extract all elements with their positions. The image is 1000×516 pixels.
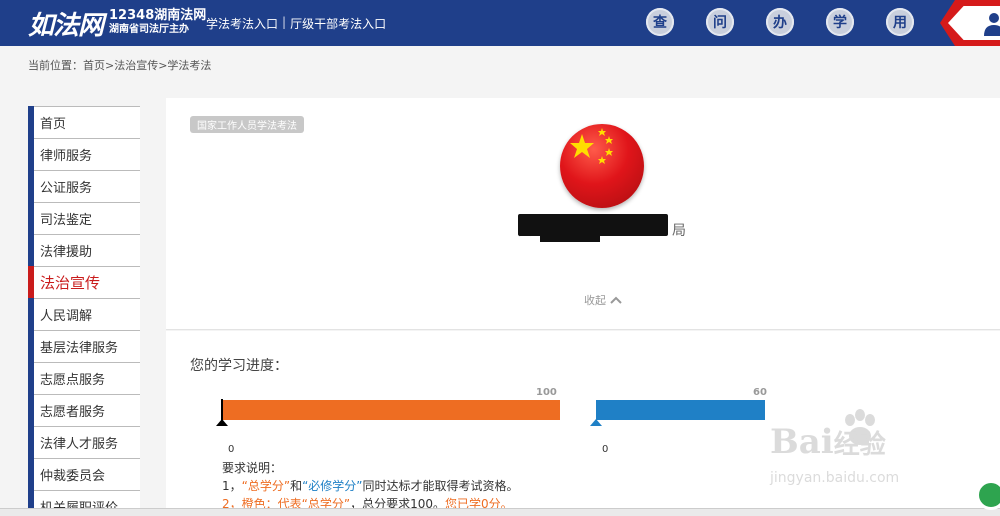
total-credit-max: 100 xyxy=(536,387,557,398)
nav-query-button[interactable]: 查 xyxy=(646,8,674,36)
nav-use-button[interactable]: 用 xyxy=(886,8,914,36)
sidebar-item-forensic[interactable]: 司法鉴定 xyxy=(34,202,140,234)
star-icon xyxy=(570,128,613,164)
req1-prefix: 1， xyxy=(222,479,242,493)
requirements-heading: 要求说明： xyxy=(222,461,283,475)
total-credit-marker xyxy=(216,419,228,426)
sidebar-item-volunteer[interactable]: 志愿者服务 xyxy=(34,394,140,426)
floating-action-button[interactable] xyxy=(976,480,1000,510)
logo-line-1: 12348湖南法网 xyxy=(109,8,207,23)
sidebar-item-legal-aid[interactable]: 法律援助 xyxy=(34,234,140,266)
profile-panel: 国家工作人员学法考法 黄局 收起 xyxy=(166,98,1000,330)
sidebar-item-talent[interactable]: 法律人才服务 xyxy=(34,426,140,458)
org-name-suffix: 局 xyxy=(672,223,686,239)
total-credit-bar xyxy=(222,400,560,420)
watermark-jingyan: 经验 xyxy=(833,430,886,460)
sidebar-item-lawyer[interactable]: 律师服务 xyxy=(34,138,140,170)
total-credit-marker-line xyxy=(221,399,223,421)
required-credit-value: 0 xyxy=(602,444,609,455)
logo-line-2: 湖南省司法厅主办 xyxy=(109,24,190,35)
requirements-text: 要求说明： 1，“总学分”和“必修学分”同时达标才能取得考试资格。 2，橙色：代… xyxy=(222,459,519,513)
total-credit-value: 0 xyxy=(228,444,235,455)
req1-and: 和 xyxy=(290,479,303,493)
watermark-url: jingyan.baidu.com xyxy=(770,470,900,486)
redaction-block xyxy=(540,228,600,242)
required-credit-max: 60 xyxy=(753,387,767,398)
user-corner[interactable] xyxy=(932,0,1000,46)
sidebar-item-home[interactable]: 首页 xyxy=(34,106,140,138)
nav-learn-button[interactable]: 学 xyxy=(826,8,854,36)
site-logo[interactable]: 如法网 12348湖南法网 湖南省司法厅主办 xyxy=(28,6,206,41)
sidebar-item-grassroots[interactable]: 基层法律服务 xyxy=(34,330,140,362)
breadcrumb: 当前位置：首页>法治宣传>学法考法 xyxy=(28,59,212,72)
progress-title: 您的学习进度： xyxy=(190,358,288,374)
logo-mark: 如法网 xyxy=(28,10,104,41)
collapse-label: 收起 xyxy=(584,294,606,307)
nav-handle-button[interactable]: 办 xyxy=(766,8,794,36)
req1-required-credit: “必修学分” xyxy=(302,479,363,493)
cadre-exam-link[interactable]: 厅级干部考法入口 xyxy=(290,15,386,32)
req1-total-credit: “总学分” xyxy=(241,479,291,493)
chevron-up-icon xyxy=(610,296,622,304)
bottom-status-strip xyxy=(0,508,1000,516)
sidebar-item-volunteer-point[interactable]: 志愿点服务 xyxy=(34,362,140,394)
link-separator: | xyxy=(282,15,287,29)
sidebar-item-legal-publicity[interactable]: 法治宣传 xyxy=(34,266,140,298)
logo-subtitle: 12348湖南法网 湖南省司法厅主办 xyxy=(109,9,206,37)
user-icon[interactable] xyxy=(980,10,1000,36)
watermark-bai: Bai xyxy=(770,422,834,462)
sidebar: 首页 律师服务 公证服务 司法鉴定 法律援助 法治宣传 人民调解 基层法律服务 … xyxy=(28,106,140,516)
sidebar-item-notary[interactable]: 公证服务 xyxy=(34,170,140,202)
sidebar-item-arbitration[interactable]: 仲裁委员会 xyxy=(34,458,140,490)
req1-suffix: 同时达标才能取得考试资格。 xyxy=(362,479,519,493)
nav-ask-button[interactable]: 问 xyxy=(706,8,734,36)
flag-avatar xyxy=(560,124,644,208)
watermark-text: Bai经验 xyxy=(770,422,886,462)
top-header: 如法网 12348湖南法网 湖南省司法厅主办 学法考法入口 | 厅级干部考法入口… xyxy=(0,0,1000,46)
study-exam-link[interactable]: 学法考法入口 xyxy=(206,15,278,32)
required-credit-bar xyxy=(596,400,765,420)
requirement-line-1: 1，“总学分”和“必修学分”同时达标才能取得考试资格。 xyxy=(222,477,519,495)
collapse-toggle[interactable]: 收起 xyxy=(584,292,622,308)
sidebar-item-mediation[interactable]: 人民调解 xyxy=(34,298,140,330)
main-nav: 查 问 办 学 用 xyxy=(646,8,914,36)
baidu-watermark: Bai经验 jingyan.baidu.com xyxy=(770,408,950,500)
top-links: 学法考法入口 | 厅级干部考法入口 xyxy=(206,15,386,32)
required-credit-marker xyxy=(590,419,602,426)
category-tag: 国家工作人员学法考法 xyxy=(190,116,304,133)
sidebar-active-indicator xyxy=(28,266,34,298)
